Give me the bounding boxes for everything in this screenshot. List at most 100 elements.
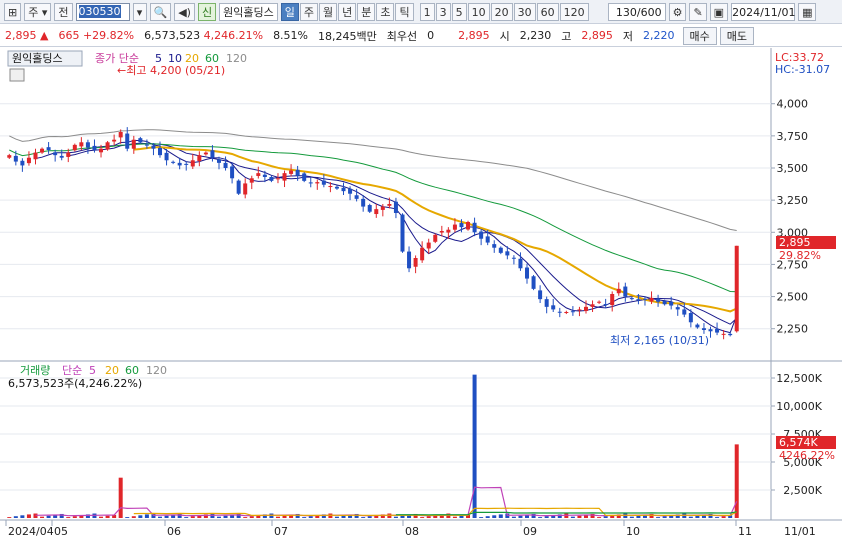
code-dropdown-icon[interactable]: ▾ — [132, 2, 147, 21]
volume-text: 6,573,523주(4,246.22%) — [8, 377, 142, 390]
candle-body — [538, 290, 543, 300]
settings-icon[interactable]: ⚙ — [668, 2, 687, 21]
volume-bar — [118, 477, 123, 518]
volume-bar — [249, 516, 254, 518]
interval-button-1[interactable]: 1 — [419, 2, 435, 21]
volume-bar — [459, 515, 464, 518]
high-annotation: ←최고 4,200 (05/21) — [117, 64, 225, 77]
candle-body — [407, 251, 412, 269]
sound-icon[interactable]: ◀) — [174, 2, 195, 21]
price-tick-label: 2,500 — [777, 291, 809, 304]
candle-body — [321, 180, 326, 185]
candle-body — [492, 244, 497, 248]
candle-body — [53, 152, 58, 156]
prev-button[interactable]: 전 — [54, 2, 73, 21]
draw-icon[interactable]: ✎ — [689, 2, 707, 21]
candle-body — [551, 305, 556, 310]
calendar-icon[interactable]: ▦ — [798, 2, 817, 21]
volume-tick-label: 10,000K — [776, 400, 822, 413]
volume-bar — [282, 515, 287, 518]
candle-body — [203, 152, 208, 155]
volume-bar — [511, 516, 516, 518]
stock-code-input[interactable]: 030530 — [75, 2, 130, 21]
candle-body — [118, 132, 123, 138]
period-button-6[interactable]: 틱 — [395, 2, 414, 21]
sell-button[interactable]: 매도 — [719, 26, 754, 45]
volume-bar — [334, 516, 339, 518]
x-tick-label: 11 — [738, 525, 752, 538]
volume-bar — [66, 517, 71, 518]
interval-button-30[interactable]: 30 — [513, 2, 536, 21]
period-button-2[interactable]: 월 — [318, 2, 338, 21]
period-button-1[interactable]: 주 — [299, 2, 318, 21]
volume-bar — [393, 516, 398, 518]
best-bid-label: 최우선 — [386, 29, 418, 43]
candle-body — [7, 155, 12, 158]
candle-body — [682, 309, 687, 315]
layout-icon[interactable]: ⊞ — [4, 2, 22, 21]
price-tick-label: 3,750 — [777, 130, 809, 143]
grid-toggle-icon[interactable] — [9, 68, 25, 82]
candle-body — [564, 312, 569, 313]
candle-body — [79, 142, 84, 147]
x-tick-label: 2024/04 — [8, 525, 54, 538]
save-icon[interactable]: ▣ — [709, 2, 729, 21]
low-annotation: 최저 2,165 (10/31) — [610, 334, 709, 347]
volume-bar — [275, 516, 280, 518]
change-pct: +29.82% — [82, 29, 135, 42]
volume-bar — [125, 517, 130, 518]
volume-bar — [131, 516, 136, 518]
candle-body — [367, 205, 372, 212]
x-tick-label: 08 — [405, 525, 419, 538]
candle-body — [40, 148, 45, 153]
candle-body — [230, 166, 235, 179]
candle-body — [570, 311, 575, 313]
interval-button-20[interactable]: 20 — [490, 2, 513, 21]
toolbar: ⊞ 주 ▾ 전 030530 ▾ 🔍 ◀) 신 원익홀딩스 일주월년분초틱 13… — [0, 0, 842, 24]
volume-bar — [216, 516, 221, 518]
candle-body — [33, 152, 38, 160]
volume-bar — [518, 515, 523, 518]
x-tick-label: 06 — [167, 525, 181, 538]
period-button-0[interactable]: 일 — [280, 2, 299, 21]
volume-bar — [570, 516, 575, 518]
period-button-4[interactable]: 분 — [357, 2, 376, 21]
candle-body — [466, 222, 471, 230]
stock-code-value: 030530 — [78, 4, 121, 18]
price-value: 2,895 — [5, 29, 37, 42]
period-button-3[interactable]: 년 — [338, 2, 357, 21]
candle-body — [138, 138, 143, 143]
volume-bar — [656, 517, 661, 518]
candle-body — [557, 311, 562, 313]
open-label: 시 — [499, 29, 510, 43]
period-type-select[interactable]: 주 ▾ — [24, 2, 52, 21]
turnover: 8.51% — [273, 29, 309, 42]
volume-bar — [472, 374, 477, 518]
volume-bar — [577, 515, 582, 518]
interval-button-60[interactable]: 60 — [536, 2, 559, 21]
candle-body — [616, 288, 621, 294]
candle-body — [498, 247, 503, 253]
best-bid-value: 0 — [427, 29, 435, 42]
candle-body — [210, 150, 215, 158]
buy-button[interactable]: 매수 — [682, 26, 717, 45]
candle-body — [334, 186, 339, 189]
price-volume-chart[interactable]: 4,0003,7503,5003,2503,0002,7502,5002,250… — [0, 48, 842, 541]
candle-body — [393, 201, 398, 213]
candle-body — [164, 152, 169, 161]
candle-body — [715, 328, 720, 333]
vol-ma120-legend: 120 — [146, 364, 167, 377]
interval-button-10[interactable]: 10 — [467, 2, 490, 21]
interval-button-5[interactable]: 5 — [451, 2, 467, 21]
interval-button-120[interactable]: 120 — [559, 2, 589, 21]
bar-count-display[interactable]: 130/600 — [607, 2, 666, 21]
period-type-label: 주 — [28, 5, 39, 19]
new-badge: 신 — [197, 2, 217, 21]
period-button-5[interactable]: 초 — [376, 2, 395, 21]
interval-button-3[interactable]: 3 — [435, 2, 451, 21]
search-icon[interactable]: 🔍 — [149, 2, 172, 21]
date-field[interactable]: 2024/11/01 — [731, 2, 795, 21]
current-volume-tag: 6,574K — [779, 436, 818, 449]
volume-bar — [420, 517, 425, 518]
candle-body — [636, 299, 641, 301]
